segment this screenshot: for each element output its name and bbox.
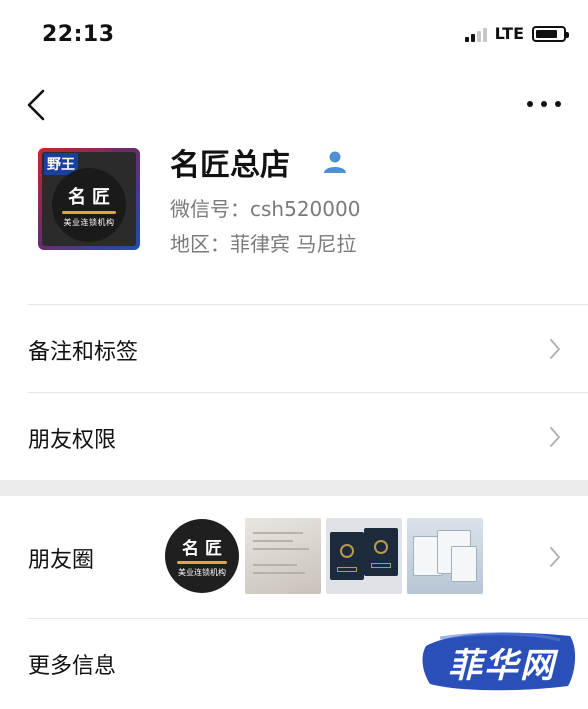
- moments-thumb-document: [245, 518, 321, 594]
- network-label: LTE: [494, 24, 524, 43]
- avatar[interactable]: 野王 名匠 美业连锁机构: [38, 148, 140, 250]
- section-gap: [0, 480, 588, 496]
- person-icon: [324, 151, 346, 173]
- chevron-right-icon: [550, 427, 560, 447]
- status-time: 22:13: [42, 22, 115, 47]
- row-remarks-tags[interactable]: 备注和标签: [0, 305, 588, 393]
- region: 地区：菲律宾 马尼拉: [170, 232, 357, 256]
- thumb-logo-circle: 名匠 美业连锁机构: [165, 519, 239, 593]
- row-remarks-tags-label: 备注和标签: [28, 340, 139, 365]
- moments-thumb-passports: [326, 518, 402, 594]
- thumb-logo-subtitle: 美业连锁机构: [178, 568, 226, 577]
- chevron-right-icon: [550, 547, 560, 567]
- avatar-logo-subtitle: 美业连锁机构: [63, 217, 115, 227]
- signal-icon: [464, 26, 487, 42]
- row-friend-permissions-label: 朋友权限: [28, 428, 117, 453]
- avatar-logo: 名匠 美业连锁机构: [52, 168, 126, 242]
- battery-icon: [532, 25, 569, 42]
- chevron-right-icon: [550, 339, 560, 359]
- thumb-logo-title: 名匠: [182, 539, 228, 559]
- moments-thumb-logo: 名匠 美业连锁机构: [164, 518, 240, 594]
- avatar-logo-title: 名匠: [68, 186, 116, 208]
- avatar-logo-swoosh: [62, 210, 116, 214]
- row-friend-permissions[interactable]: 朋友权限: [0, 393, 588, 480]
- more-dots-icon[interactable]: [524, 94, 564, 114]
- row-more-info-label: 更多信息: [28, 654, 117, 679]
- wechat-id: 微信号：csh520000: [170, 197, 361, 221]
- moments-thumbnails: 名匠 美业连锁机构: [164, 518, 483, 594]
- battery-fill: [536, 29, 557, 38]
- status-bar: 22:13 LTE: [0, 0, 588, 70]
- row-moments-label: 朋友圈: [28, 548, 95, 573]
- status-indicators: LTE: [464, 24, 569, 43]
- thumb-logo-swoosh: [177, 561, 227, 564]
- moments-thumb-cards: [407, 518, 483, 594]
- chevron-left-icon[interactable]: [24, 88, 50, 122]
- profile-name: 名匠总店: [170, 148, 290, 183]
- avatar-image: 野王 名匠 美业连锁机构: [42, 152, 136, 246]
- watermark-text: 菲华网: [448, 646, 556, 686]
